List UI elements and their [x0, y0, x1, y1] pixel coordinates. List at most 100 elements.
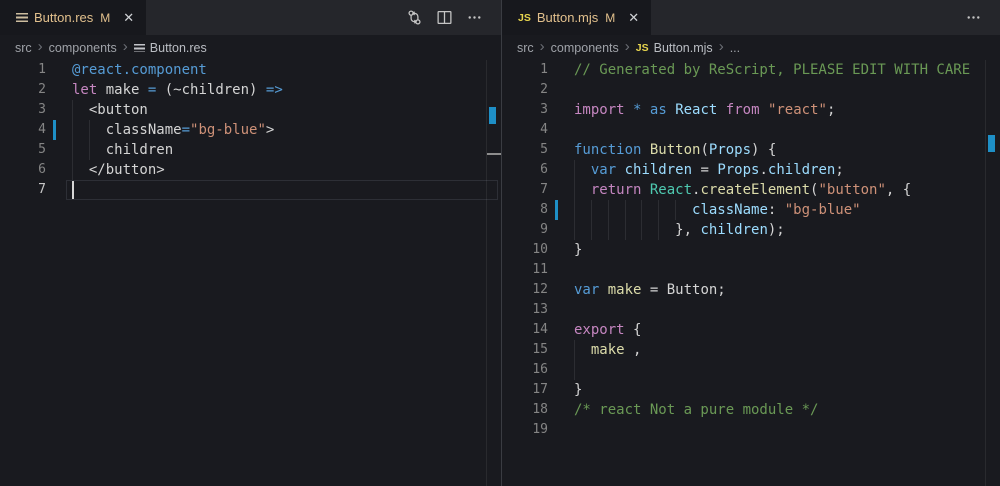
line-number[interactable]: 4	[0, 120, 46, 140]
line-number[interactable]: 19	[502, 420, 548, 440]
open-changes-icon[interactable]	[403, 7, 425, 29]
line-number[interactable]: 17	[502, 380, 548, 400]
line-number[interactable]: 2	[0, 80, 46, 100]
code-token	[625, 102, 633, 118]
code-line[interactable]: 19	[502, 420, 1000, 440]
code-token: return	[591, 182, 642, 198]
code-token: function	[574, 142, 641, 158]
code-token: "bg-blue"	[785, 202, 861, 218]
code-line[interactable]: 4	[502, 120, 1000, 140]
code-token: as	[650, 102, 667, 118]
gutter: 4	[502, 120, 574, 140]
editor-group-left: Button.res M ✕	[0, 0, 501, 486]
breadcrumb-src[interactable]: src	[517, 41, 534, 55]
more-actions-icon[interactable]	[962, 7, 984, 29]
code-token: make	[97, 82, 148, 98]
breadcrumb-components[interactable]: components	[49, 41, 117, 55]
code-text: }, children);	[574, 220, 1000, 240]
line-number[interactable]: 16	[502, 360, 548, 380]
tab-button-mjs[interactable]: JS Button.mjs M ✕	[502, 0, 651, 35]
line-number[interactable]: 11	[502, 260, 548, 280]
code-line[interactable]: 18/* react Not a pure module */	[502, 400, 1000, 420]
line-number[interactable]: 7	[502, 180, 548, 200]
line-number[interactable]: 14	[502, 320, 548, 340]
line-number[interactable]: 5	[0, 140, 46, 160]
line-number[interactable]: 18	[502, 400, 548, 420]
code-line[interactable]: 17}	[502, 380, 1000, 400]
gutter: 16	[502, 360, 574, 380]
gutter: 6	[0, 160, 72, 180]
code-token: );	[768, 222, 785, 238]
code-line[interactable]: 3import * as React from "react";	[502, 100, 1000, 120]
code-line[interactable]: 6 var children = Props.children;	[502, 160, 1000, 180]
code-line[interactable]: 12var make = Button;	[502, 280, 1000, 300]
line-number[interactable]: 10	[502, 240, 548, 260]
close-icon[interactable]: ✕	[123, 11, 134, 24]
gutter-modified-indicator	[53, 120, 56, 140]
code-line[interactable]: 14 export {	[502, 320, 1000, 340]
code-line[interactable]: 8 className: "bg-blue"	[502, 200, 1000, 220]
line-number[interactable]: 15	[502, 340, 548, 360]
code-line[interactable]: 5function Button(Props) {	[502, 140, 1000, 160]
code-token	[641, 102, 649, 118]
line-number[interactable]: 3	[502, 100, 548, 120]
code-line[interactable]: 15 make ,	[502, 340, 1000, 360]
breadcrumb-file[interactable]: JS Button.mjs	[636, 41, 713, 55]
code-token: children	[72, 142, 173, 158]
rescript-file-icon	[134, 44, 145, 52]
code-line[interactable]: 3 <button	[0, 100, 501, 120]
code-line[interactable]: 9 }, children);	[502, 220, 1000, 240]
code-line[interactable]: 2let make = (~children) =>	[0, 80, 501, 100]
code-text: export {	[574, 320, 1000, 340]
line-number[interactable]: 4	[502, 120, 548, 140]
indent-guide	[574, 160, 575, 180]
gutter: 17	[502, 380, 574, 400]
code-line[interactable]: 11	[502, 260, 1000, 280]
gutter: 7	[0, 180, 72, 200]
code-line[interactable]: 1// Generated by ReScript, PLEASE EDIT W…	[502, 60, 1000, 80]
scrollbar-overview-ruler[interactable]	[985, 60, 1000, 486]
line-number[interactable]: 13	[502, 300, 548, 320]
code-line[interactable]: 16	[502, 360, 1000, 380]
code-line[interactable]: 5 children	[0, 140, 501, 160]
code-text: className: "bg-blue"	[574, 200, 1000, 220]
line-number[interactable]: 2	[502, 80, 548, 100]
breadcrumb-components[interactable]: components	[551, 41, 619, 55]
editor-button-mjs: 1// Generated by ReScript, PLEASE EDIT W…	[502, 60, 1000, 486]
code-line[interactable]: 2	[502, 80, 1000, 100]
line-number[interactable]: 1	[502, 60, 548, 80]
line-number[interactable]: 8	[502, 200, 548, 220]
line-number[interactable]: 12	[502, 280, 548, 300]
code-token	[616, 162, 624, 178]
breadcrumb: src › components › Button.res	[0, 35, 501, 60]
breadcrumb-symbol-path[interactable]: ...	[730, 41, 740, 55]
line-number[interactable]: 1	[0, 60, 46, 80]
scrollbar-overview-ruler[interactable]	[486, 60, 501, 486]
more-actions-icon[interactable]	[463, 7, 485, 29]
indent-guide	[72, 120, 73, 140]
code-line[interactable]: 13	[502, 300, 1000, 320]
close-icon[interactable]: ✕	[628, 11, 639, 24]
code-line[interactable]: 1@react.component	[0, 60, 501, 80]
line-number[interactable]: 5	[502, 140, 548, 160]
line-number[interactable]: 6	[0, 160, 46, 180]
code-token: Props	[717, 162, 759, 178]
breadcrumb-src[interactable]: src	[15, 41, 32, 55]
line-number[interactable]: 6	[502, 160, 548, 180]
split-editor-icon[interactable]	[433, 7, 455, 29]
code-line[interactable]: 4 className="bg-blue">	[0, 120, 501, 140]
line-number[interactable]: 7	[0, 180, 46, 200]
code-line[interactable]: 7	[0, 180, 501, 200]
tab-button-res[interactable]: Button.res M ✕	[0, 0, 146, 35]
code-line[interactable]: 10}	[502, 240, 1000, 260]
code-text: }	[574, 380, 1000, 400]
code-line[interactable]: 7 return React.createElement("button", {	[502, 180, 1000, 200]
line-number[interactable]: 3	[0, 100, 46, 120]
gutter: 11	[502, 260, 574, 280]
code-token: }	[574, 242, 582, 258]
code-token: createElement	[700, 182, 810, 198]
line-number[interactable]: 9	[502, 220, 548, 240]
code-token: }	[574, 382, 582, 398]
breadcrumb-file[interactable]: Button.res	[134, 41, 207, 55]
code-line[interactable]: 6 </button>	[0, 160, 501, 180]
